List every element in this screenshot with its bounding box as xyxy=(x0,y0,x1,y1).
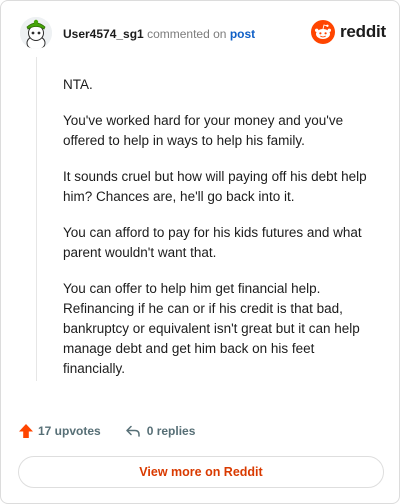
thread-line xyxy=(36,57,37,381)
comment-paragraph: You can afford to pay for his kids futur… xyxy=(63,225,362,260)
reddit-logo[interactable]: reddit xyxy=(311,20,386,44)
comment-header: User4574_sg1 commented on post xyxy=(63,26,255,42)
reddit-wordmark: reddit xyxy=(340,22,387,41)
comment-stats: 17 upvotes 0 replies xyxy=(18,423,195,439)
replies-stat[interactable]: 0 replies xyxy=(125,423,196,439)
post-link[interactable]: post xyxy=(230,27,255,41)
comment-paragraph: You can offer to help him get financial … xyxy=(63,281,360,376)
view-more-on-reddit-button[interactable]: View more on Reddit xyxy=(18,456,384,488)
snoo-avatar-icon xyxy=(20,17,52,49)
embedded-comment-card: User4574_sg1 commented on post reddit NT… xyxy=(0,0,400,504)
upvote-arrow-icon xyxy=(19,424,33,438)
reddit-snoo-icon xyxy=(311,20,335,44)
comment-paragraph: You've worked hard for your money and yo… xyxy=(63,113,344,148)
replies-count: 0 replies xyxy=(146,424,196,438)
comment-paragraph: NTA. xyxy=(63,77,93,92)
upvotes-stat[interactable]: 17 upvotes xyxy=(18,423,101,439)
commented-on-label: commented on xyxy=(147,27,227,41)
upvotes-count: 17 upvotes xyxy=(38,424,101,438)
comment-paragraph: It sounds cruel but how will paying off … xyxy=(63,169,367,204)
user-avatar[interactable] xyxy=(20,17,52,49)
comment-body: NTA. You've worked hard for your money a… xyxy=(63,75,373,395)
reply-arrow-icon xyxy=(125,425,140,437)
username-link[interactable]: User4574_sg1 xyxy=(63,27,144,41)
